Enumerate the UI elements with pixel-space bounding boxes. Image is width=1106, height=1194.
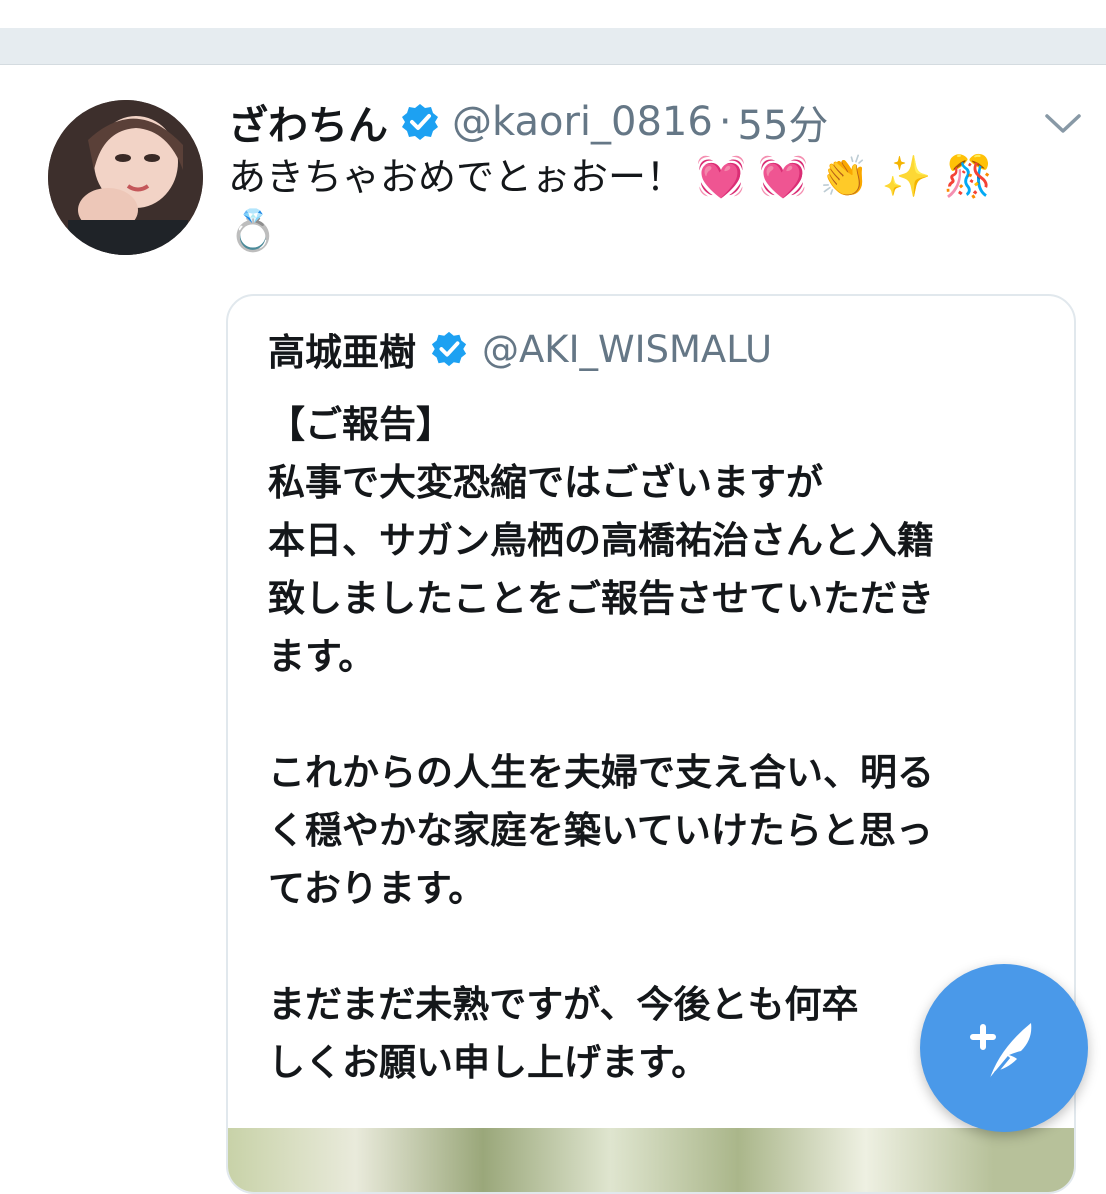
separator-dot: · (718, 99, 732, 145)
display-name[interactable]: ざわちん (228, 93, 388, 151)
quoted-tweet-image[interactable] (228, 1128, 1074, 1192)
quoted-handle: @AKI_WISMALU (482, 327, 773, 371)
quoted-tweet-body: 【ご報告】 私事で大変恐縮ではございますが 本日、サガン鳥栖の高橋祐治さんと入籍… (268, 403, 934, 1084)
handle[interactable]: @kaori_0816 (452, 99, 713, 145)
quoted-tweet-header: 高城亜樹 @AKI_WISMALU (268, 322, 772, 376)
tweet-text: あきちゃおめでとぉおー！ 💓 💓 👏 ✨ 🎊 💍 (228, 150, 1058, 258)
heart-emoji-icon: 💓 (696, 154, 746, 200)
tweet-header: ざわちん @kaori_0816 · 55分 (228, 94, 828, 150)
timeline-separator (0, 0, 1106, 65)
quoted-display-name: 高城亜樹 (268, 331, 416, 374)
clap-emoji-icon: 👏 (819, 154, 870, 200)
confetti-emoji-icon: 🎊 (943, 154, 994, 200)
previous-tweet-edge (0, 0, 1106, 28)
heart-emoji-icon: 💓 (758, 154, 808, 200)
verified-badge-icon (431, 331, 467, 367)
avatar-image (48, 100, 203, 255)
compose-feather-icon (970, 1023, 1032, 1082)
avatar[interactable] (48, 100, 203, 255)
tweet-text-content: あきちゃおめでとぉおー！ (228, 155, 685, 199)
timestamp[interactable]: 55分 (738, 93, 829, 151)
verified-badge-icon (402, 104, 438, 140)
compose-tweet-button[interactable] (920, 964, 1088, 1132)
chevron-down-icon[interactable] (1044, 112, 1082, 136)
sparkles-emoji-icon: ✨ (881, 154, 932, 200)
ring-emoji-icon: 💍 (228, 208, 278, 254)
